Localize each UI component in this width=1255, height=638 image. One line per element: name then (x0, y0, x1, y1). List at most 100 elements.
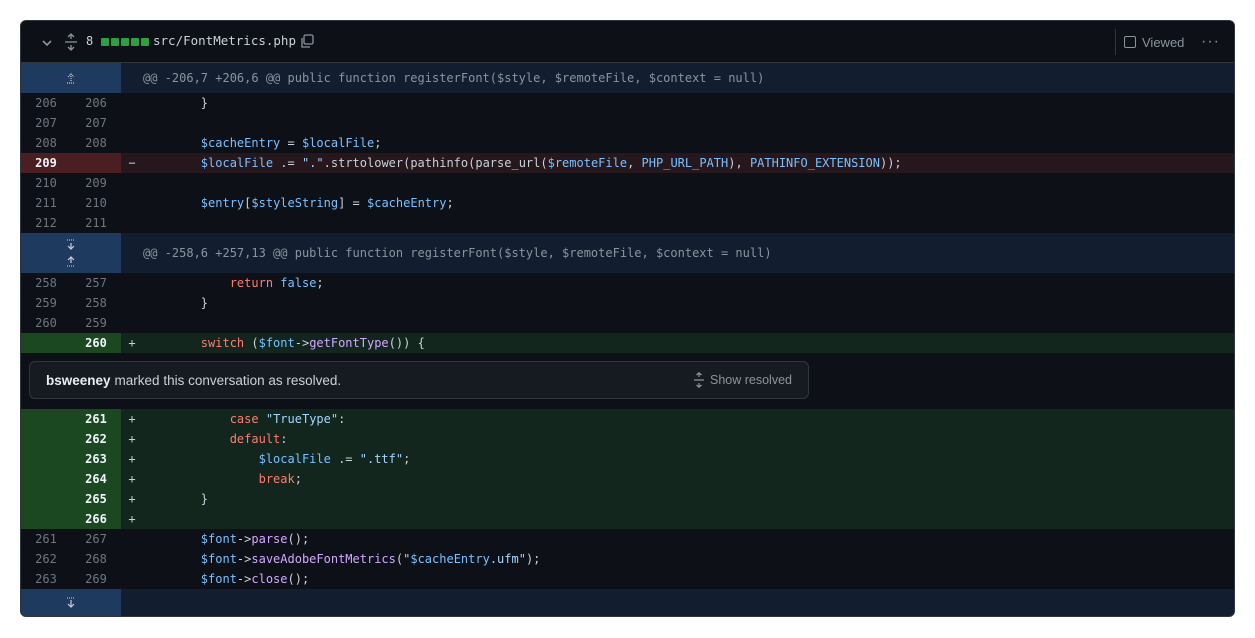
viewed-label: Viewed (1142, 34, 1185, 50)
code-text: $localFile .= ".".strtolower(pathinfo(pa… (200, 156, 902, 170)
new-line-number[interactable]: 259 (71, 313, 121, 333)
kebab-horizontal-icon[interactable]: ··· (1201, 33, 1220, 51)
old-line-number[interactable] (21, 333, 71, 353)
diff-sign: + (128, 412, 136, 426)
diff-line: 258 257 return false; (21, 273, 1234, 293)
code-text: return false; (229, 276, 324, 290)
resolved-message: marked this conversation as resolved. (114, 372, 342, 388)
diff-line: 207 207 (21, 113, 1234, 133)
diff-sign: + (128, 336, 136, 350)
diff-sign: + (128, 432, 136, 446)
new-line-number[interactable]: 269 (71, 569, 121, 589)
checkbox-icon[interactable] (1124, 36, 1136, 48)
new-line-number[interactable]: 260 (71, 333, 121, 353)
new-line-number[interactable]: 209 (71, 173, 121, 193)
new-line-number[interactable]: 262 (71, 429, 121, 449)
file-path[interactable]: src/FontMetrics.php (153, 33, 296, 48)
show-resolved-button[interactable]: Show resolved (692, 372, 792, 388)
chevron-down-icon[interactable] (39, 35, 55, 51)
diff-sign (121, 213, 143, 233)
expand-up-button[interactable] (21, 63, 121, 93)
diff-sign (121, 313, 143, 333)
new-line-number[interactable]: 210 (71, 193, 121, 213)
diff-sign (121, 569, 143, 589)
new-line-number[interactable] (71, 153, 121, 173)
copy-icon[interactable] (299, 33, 315, 49)
diff-sign (121, 93, 143, 113)
diff-lines-b: 258 257 return false; 259 258 } 260 259 260 + s… (21, 273, 1234, 353)
diff-line: 212 211 (21, 213, 1234, 233)
old-line-number[interactable] (21, 449, 71, 469)
unfold-icon[interactable] (63, 33, 79, 51)
new-line-number[interactable]: 266 (71, 509, 121, 529)
added-line: 262 + default: (21, 429, 1234, 449)
new-line-number[interactable]: 208 (71, 133, 121, 153)
old-line-number[interactable]: 207 (21, 113, 71, 133)
new-line-number[interactable]: 261 (71, 409, 121, 429)
old-line-number[interactable] (21, 489, 71, 509)
diff-file-panel: 8 src/FontMetrics.php Viewed ··· @@ -206… (20, 20, 1235, 617)
new-line-number[interactable]: 257 (71, 273, 121, 293)
diff-lines-a: 206 206 } 207 207 208 208 $cacheEntry = $loca… (21, 93, 1234, 233)
old-line-number[interactable]: 259 (21, 293, 71, 313)
added-line: 261 + case "TrueType": (21, 409, 1234, 429)
old-line-number[interactable]: 206 (21, 93, 71, 113)
old-line-number[interactable]: 211 (21, 193, 71, 213)
old-line-number[interactable]: 263 (21, 569, 71, 589)
old-line-number[interactable] (21, 409, 71, 429)
old-line-number[interactable] (21, 469, 71, 489)
old-line-number[interactable]: 262 (21, 549, 71, 569)
code-text: $font->saveAdobeFontMetrics("$cacheEntry… (200, 552, 541, 566)
new-line-number[interactable]: 268 (71, 549, 121, 569)
diffstat (101, 38, 150, 46)
old-line-number[interactable]: 260 (21, 313, 71, 333)
diff-line: 206 206 } (21, 93, 1234, 113)
diff-lines-c: 261 + case "TrueType": 262 + default: 263 + $… (21, 409, 1234, 589)
change-count: 8 (86, 34, 94, 48)
old-line-number[interactable]: 261 (21, 529, 71, 549)
diff-sign (121, 529, 143, 549)
expand-up-icon[interactable] (65, 72, 77, 84)
deleted-line: 209 − $localFile .= ".".strtolower(pathin… (21, 153, 1234, 173)
new-line-number[interactable]: 265 (71, 489, 121, 509)
expand-both-icon[interactable] (65, 238, 77, 268)
viewed-checkbox[interactable]: Viewed (1115, 29, 1192, 55)
hunk-header: @@ -206,7 +206,6 @@ public function regi… (21, 63, 1234, 93)
old-line-number[interactable]: 258 (21, 273, 71, 293)
new-line-number[interactable]: 263 (71, 449, 121, 469)
added-line: 266 + (21, 509, 1234, 529)
old-line-number[interactable] (21, 509, 71, 529)
old-line-number[interactable]: 210 (21, 173, 71, 193)
resolved-user[interactable]: bsweeney (46, 373, 111, 388)
resolved-conversation: bsweeney marked this conversation as res… (21, 353, 1234, 409)
new-line-number[interactable]: 258 (71, 293, 121, 313)
diffstat-block (121, 38, 129, 46)
diff-line: 262 268 $font->saveAdobeFontMetrics("$cac… (21, 549, 1234, 569)
new-line-number[interactable]: 264 (71, 469, 121, 489)
expand-down-button[interactable] (21, 589, 121, 616)
code-text: break; (258, 472, 302, 486)
hunk-header-text: @@ -206,7 +206,6 @@ public function regi… (143, 71, 765, 85)
diff-line: 211 210 $entry[$styleString] = $cacheEntr… (21, 193, 1234, 213)
old-line-number[interactable]: 212 (21, 213, 71, 233)
new-line-number[interactable]: 206 (71, 93, 121, 113)
diff-sign (121, 193, 143, 213)
old-line-number[interactable] (21, 429, 71, 449)
new-line-number[interactable]: 207 (71, 113, 121, 133)
diff-sign: + (128, 472, 136, 486)
diff-sign (121, 293, 143, 313)
new-line-number[interactable]: 267 (71, 529, 121, 549)
diff-sign: + (128, 512, 136, 526)
diff-line: 263 269 $font->close(); (21, 569, 1234, 589)
diffstat-block (111, 38, 119, 46)
old-line-number[interactable]: 209 (21, 153, 71, 173)
diffstat-block (131, 38, 139, 46)
diff-sign: + (128, 492, 136, 506)
old-line-number[interactable]: 208 (21, 133, 71, 153)
expand-both-button[interactable] (21, 233, 121, 273)
diff-line: 259 258 } (21, 293, 1234, 313)
expand-down-icon[interactable] (65, 597, 77, 609)
new-line-number[interactable]: 211 (71, 213, 121, 233)
